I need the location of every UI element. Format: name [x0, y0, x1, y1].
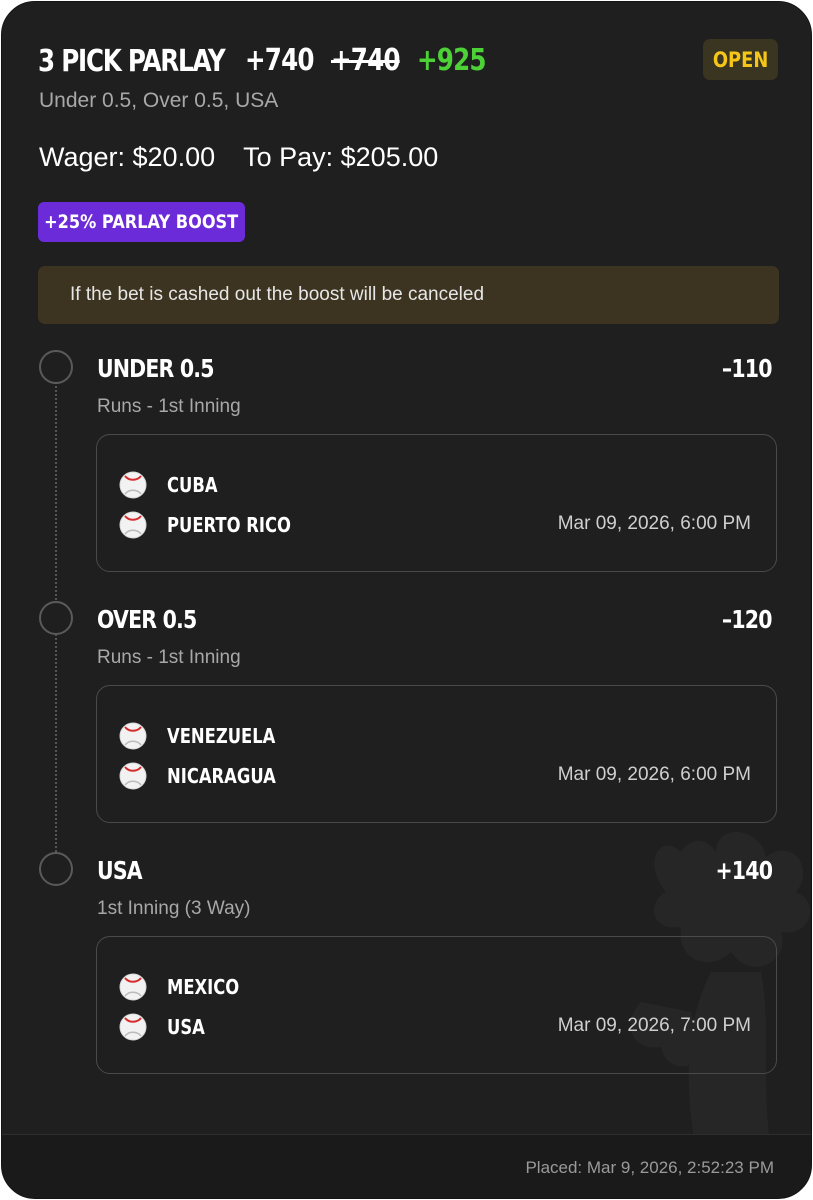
- baseball-icon: [119, 973, 147, 1001]
- team-name: PUERTO RICO: [167, 513, 291, 537]
- footer-divider: [2, 1134, 811, 1135]
- leg-selection: OVER 0.5: [97, 605, 197, 634]
- team-name: MEXICO: [167, 975, 240, 999]
- game-time: Mar 09, 2026, 6:00 PM: [557, 764, 751, 785]
- baseball-icon: [119, 1013, 147, 1041]
- game-card[interactable]: CUBA PUERTO RICO Mar 09, 2026, 6:00 PM: [96, 434, 777, 572]
- parlay-boost-label: +25% PARLAY BOOST: [44, 211, 239, 233]
- placed-timestamp: Placed: Mar 9, 2026, 2:52:23 PM: [525, 1158, 774, 1177]
- team-name: NICARAGUA: [167, 764, 276, 788]
- baseball-icon: [119, 762, 147, 790]
- parlay-odds-original: +740: [245, 43, 315, 78]
- leg-market: Runs - 1st Inning: [97, 396, 241, 417]
- pending-circle-icon: [39, 852, 73, 886]
- parlay-boost-badge: +25% PARLAY BOOST: [38, 202, 245, 242]
- team-name: USA: [167, 1015, 205, 1039]
- game-time: Mar 09, 2026, 6:00 PM: [557, 513, 751, 534]
- team-name: CUBA: [167, 473, 218, 497]
- pending-circle-icon: [39, 350, 73, 384]
- wager-row: Wager: $20.00 To Pay: $205.00: [39, 142, 438, 173]
- team-row: NICARAGUA: [119, 761, 300, 791]
- baseball-icon: [119, 471, 147, 499]
- leg-market: 1st Inning (3 Way): [97, 898, 251, 919]
- game-card[interactable]: VENEZUELA NICARAGUA Mar 09, 2026, 6:00 P…: [96, 685, 777, 823]
- boost-cancel-notice: If the bet is cashed out the boost will …: [38, 266, 779, 324]
- leg-odds: –120: [722, 605, 773, 634]
- parlay-odds-boosted: +925: [417, 43, 487, 78]
- parlay-odds-struck: +740: [331, 43, 401, 78]
- leg-odds: –110: [722, 354, 773, 383]
- team-row: CUBA: [119, 470, 229, 500]
- leg-odds: +140: [715, 856, 773, 885]
- pending-circle-icon: [39, 601, 73, 635]
- parlay-title-text: 3 PICK PARLAY: [38, 43, 226, 79]
- baseball-icon: [119, 722, 147, 750]
- to-pay-amount: To Pay: $205.00: [243, 142, 439, 172]
- baseball-icon: [119, 511, 147, 539]
- team-row: VENEZUELA: [119, 721, 299, 751]
- game-card[interactable]: MEXICO USA Mar 09, 2026, 7:00 PM: [96, 936, 777, 1074]
- leg-market: Runs - 1st Inning: [97, 647, 241, 668]
- game-time: Mar 09, 2026, 7:00 PM: [557, 1015, 751, 1036]
- status-badge: OPEN: [703, 39, 778, 80]
- wager-amount: Wager: $20.00: [39, 142, 216, 172]
- boost-cancel-notice-text: If the bet is cashed out the boost will …: [70, 284, 485, 305]
- parlay-subtitle: Under 0.5, Over 0.5, USA: [39, 89, 279, 112]
- team-row: PUERTO RICO: [119, 510, 318, 540]
- team-row: USA: [119, 1012, 213, 1042]
- leg-selection: UNDER 0.5: [97, 354, 215, 383]
- team-name: VENEZUELA: [167, 724, 276, 748]
- parlay-title: 3 PICK PARLAY: [38, 42, 265, 80]
- team-row: MEXICO: [119, 972, 255, 1002]
- parlay-bet-card: 3 PICK PARLAY +740 +740 +925 OPEN Under …: [1, 1, 812, 1199]
- status-badge-label: OPEN: [712, 47, 769, 72]
- leg-selection: USA: [97, 856, 143, 885]
